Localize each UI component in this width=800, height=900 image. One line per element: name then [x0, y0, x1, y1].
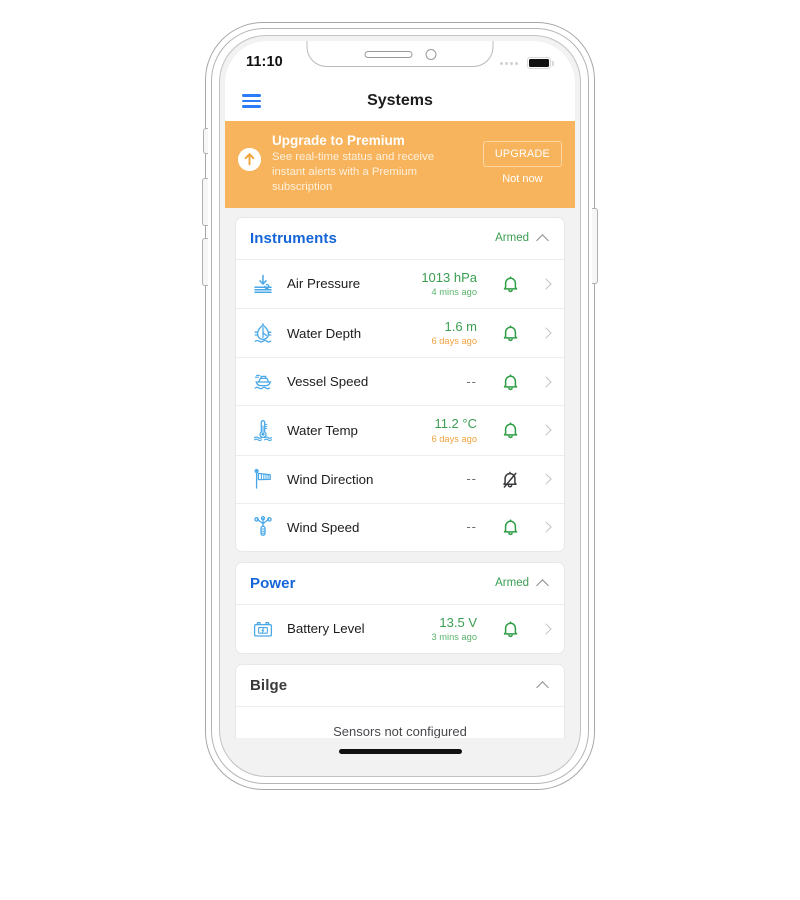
- wind-direction-icon: [250, 466, 276, 492]
- phone-notch: [306, 41, 494, 67]
- wind-speed-icon: [250, 514, 276, 540]
- chevron-right-icon[interactable]: [541, 522, 552, 533]
- sensor-value: 11.2 °C: [434, 416, 477, 432]
- screenshot-stage: 11:10 Systems Upgrade to Premium See rea…: [0, 0, 800, 900]
- sensor-row-battery-level[interactable]: Battery Level 13.5 V 3 mins ago: [236, 603, 564, 653]
- status-bar-indicators: [500, 57, 554, 69]
- sensor-row-water-temp[interactable]: Water Temp 11.2 °C 6 days ago: [236, 405, 564, 454]
- sensor-timestamp: 3 mins ago: [431, 631, 477, 642]
- sensor-readout: --: [466, 374, 477, 389]
- bell-icon[interactable]: [501, 323, 519, 343]
- earpiece-speaker-icon: [364, 50, 412, 58]
- bell-icon[interactable]: [501, 372, 519, 392]
- section-header-bilge[interactable]: Bilge: [236, 665, 564, 706]
- section-card-power: Power Armed Battery Level 13.5 V 3 mins …: [235, 561, 565, 654]
- sensor-row-wind-direction[interactable]: Wind Direction --: [236, 454, 564, 503]
- sensor-readout: --: [466, 471, 477, 486]
- signal-dots-icon: [500, 61, 518, 65]
- bell-icon[interactable]: [501, 420, 519, 440]
- mute-switch-button[interactable]: [203, 128, 208, 154]
- bell-icon[interactable]: [501, 517, 519, 537]
- sensor-value: 1.6 m: [444, 319, 477, 335]
- arrow-up-circle-icon: [238, 148, 261, 171]
- status-bar-clock: 11:10: [246, 54, 283, 70]
- hamburger-menu-icon[interactable]: [242, 93, 261, 109]
- sensor-readout: 1013 hPa 4 mins ago: [421, 270, 477, 298]
- sensor-label: Wind Speed: [287, 519, 360, 535]
- sensor-label: Air Pressure: [287, 276, 361, 292]
- sensor-readout: --: [466, 519, 477, 534]
- page-title: Systems: [367, 92, 433, 109]
- sensor-label: Water Temp: [287, 422, 358, 438]
- chevron-right-icon[interactable]: [541, 425, 552, 436]
- vessel-speed-icon: [250, 369, 276, 395]
- battery-full-icon: [527, 57, 554, 69]
- chevron-right-icon[interactable]: [541, 474, 552, 485]
- sensor-row-vessel-speed[interactable]: Vessel Speed --: [236, 357, 564, 405]
- chevron-up-icon[interactable]: [537, 679, 550, 692]
- promo-text-block: Upgrade to Premium See real-time status …: [272, 132, 472, 195]
- sensor-value: --: [466, 471, 477, 487]
- section-header-power[interactable]: Power Armed: [236, 563, 564, 604]
- front-camera-icon: [425, 48, 436, 60]
- systems-list[interactable]: Instruments Armed Air Pressure 1013 hPa …: [225, 207, 575, 749]
- section-title: Instruments: [250, 229, 337, 247]
- section-card-instruments: Instruments Armed Air Pressure 1013 hPa …: [235, 216, 565, 552]
- bell-off-icon[interactable]: [501, 469, 519, 489]
- sensor-label: Wind Direction: [287, 471, 374, 487]
- chevron-right-icon[interactable]: [541, 278, 552, 289]
- section-card-bilge: Bilge Sensors not configured: [235, 663, 565, 749]
- sensor-timestamp: 6 days ago: [431, 336, 478, 347]
- section-title: Power: [250, 574, 296, 592]
- water-temp-icon: [250, 417, 276, 443]
- sensor-row-water-depth[interactable]: Water Depth 1.6 m 6 days ago: [236, 308, 564, 357]
- sensor-value: 1013 hPa: [421, 269, 477, 285]
- power-button[interactable]: [592, 208, 598, 284]
- water-depth-icon: [250, 320, 276, 346]
- section-status-badge: Armed: [495, 232, 529, 245]
- sensor-label: Water Depth: [287, 325, 362, 341]
- sensor-readout: 1.6 m 6 days ago: [432, 319, 478, 347]
- chevron-up-icon[interactable]: [537, 577, 550, 590]
- phone-screen: 11:10 Systems Upgrade to Premium See rea…: [225, 41, 575, 771]
- volume-down-button[interactable]: [202, 238, 208, 286]
- promo-subtitle: See real-time status and receive instant…: [272, 151, 435, 193]
- app-navigation-bar: Systems: [225, 81, 575, 121]
- upgrade-button[interactable]: UPGRADE: [482, 141, 562, 167]
- air-pressure-icon: [250, 271, 276, 297]
- home-indicator-area: [225, 738, 575, 771]
- section-header-instruments[interactable]: Instruments Armed: [236, 218, 564, 259]
- sensor-label: Vessel Speed: [287, 374, 369, 390]
- sensor-readout: 11.2 °C 6 days ago: [432, 416, 478, 444]
- not-now-button[interactable]: Not now: [502, 173, 542, 185]
- sensor-timestamp: 6 days ago: [431, 433, 478, 444]
- chevron-right-icon[interactable]: [541, 328, 552, 339]
- volume-up-button[interactable]: [202, 178, 208, 226]
- home-indicator-bar[interactable]: [338, 749, 462, 754]
- bell-icon[interactable]: [501, 619, 519, 639]
- sensor-row-air-pressure[interactable]: Air Pressure 1013 hPa 4 mins ago: [236, 258, 564, 308]
- promo-title: Upgrade to Premium: [272, 133, 405, 148]
- sensor-value: 13.5 V: [439, 614, 477, 630]
- sensor-value: --: [466, 519, 477, 535]
- sensor-label: Battery Level: [287, 621, 365, 637]
- promo-actions: UPGRADE Not now: [482, 132, 562, 185]
- section-status-badge: Armed: [495, 577, 529, 590]
- battery-level-icon: [250, 616, 276, 642]
- section-title: Bilge: [250, 676, 288, 694]
- sensor-row-wind-speed[interactable]: Wind Speed --: [236, 502, 564, 551]
- chevron-up-icon[interactable]: [537, 232, 550, 245]
- sensor-timestamp: 4 mins ago: [431, 287, 477, 298]
- chevron-right-icon[interactable]: [541, 376, 552, 387]
- sensor-readout: 13.5 V 3 mins ago: [432, 615, 477, 643]
- sensor-value: --: [466, 374, 477, 390]
- chevron-right-icon[interactable]: [541, 623, 552, 634]
- premium-upgrade-banner: Upgrade to Premium See real-time status …: [225, 121, 575, 208]
- bell-icon[interactable]: [501, 274, 519, 294]
